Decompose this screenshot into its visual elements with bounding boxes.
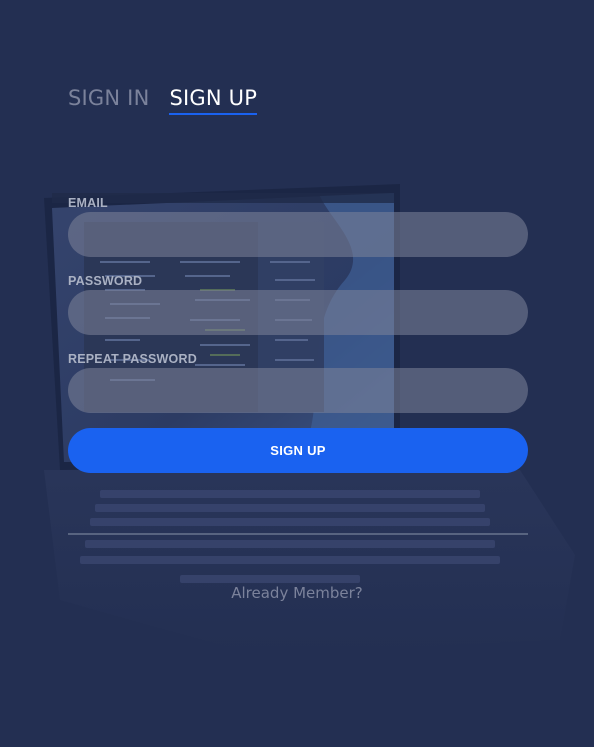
- tab-sign-in[interactable]: SIGN IN: [68, 86, 149, 115]
- repeat-password-field[interactable]: [68, 368, 528, 413]
- password-field[interactable]: [68, 290, 528, 335]
- password-label: PASSWORD: [68, 274, 143, 288]
- auth-tabs: SIGN IN SIGN UP: [68, 86, 258, 115]
- email-label: EMAIL: [68, 196, 108, 210]
- signup-panel: SIGN IN SIGN UP EMAIL PASSWORD REPEAT PA…: [0, 0, 594, 747]
- repeat-password-label: REPEAT PASSWORD: [68, 352, 197, 366]
- email-field[interactable]: [68, 212, 528, 257]
- divider: [68, 533, 528, 535]
- already-member-link[interactable]: Already Member?: [0, 584, 594, 602]
- tab-sign-up[interactable]: SIGN UP: [169, 86, 258, 115]
- sign-up-button[interactable]: SIGN UP: [68, 428, 528, 473]
